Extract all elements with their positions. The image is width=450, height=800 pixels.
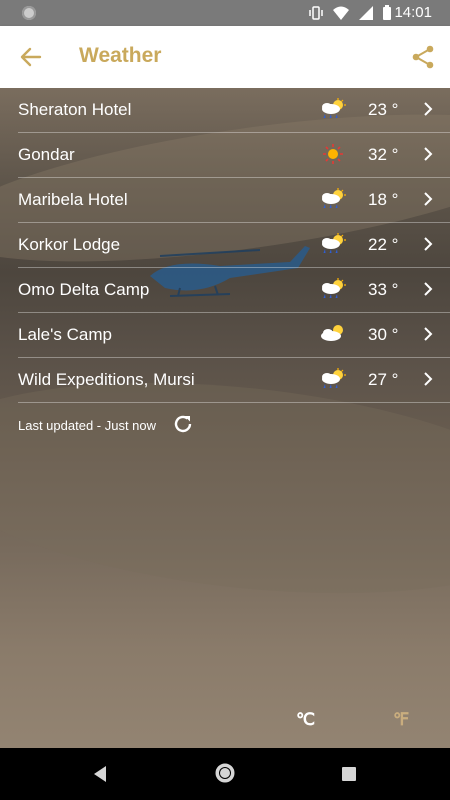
partly-cloudy-icon	[320, 323, 346, 345]
status-bar: 14:01	[0, 0, 450, 26]
location-name: Lale's Camp	[18, 325, 112, 344]
notification-icon	[22, 6, 36, 20]
location-row[interactable]: Omo Delta Camp 33 °	[0, 268, 450, 313]
navigation-bar	[0, 748, 450, 800]
location-name: Wild Expeditions, Mursi	[18, 370, 195, 389]
location-temperature: 23 °	[368, 100, 399, 119]
location-row[interactable]: Wild Expeditions, Mursi 27 °	[0, 358, 450, 403]
battery-icon	[383, 5, 391, 20]
chevron-right-icon	[423, 371, 433, 387]
location-name: Omo Delta Camp	[18, 280, 150, 299]
chevron-right-icon	[423, 326, 433, 342]
vibrate-icon	[309, 6, 323, 20]
location-row[interactable]: Maribela Hotel 18 °	[0, 178, 450, 223]
chevron-right-icon	[423, 101, 433, 117]
chevron-right-icon	[423, 281, 433, 297]
app-bar: Weather	[0, 26, 450, 88]
location-temperature: 18 °	[368, 190, 399, 209]
sun-icon	[320, 143, 346, 165]
location-name: Korkor Lodge	[18, 235, 121, 254]
share-icon[interactable]	[410, 44, 436, 70]
rain-sun-cloud-icon	[320, 188, 346, 210]
rain-sun-cloud-icon	[320, 278, 346, 300]
location-name: Maribela Hotel	[18, 190, 128, 209]
page-title: Weather	[79, 44, 162, 67]
arrow-left-icon[interactable]	[18, 44, 44, 70]
rain-sun-cloud-icon	[320, 368, 346, 390]
weather-list-area: Sheraton Hotel 23 ° Gondar 32 ° Maribela Hot…	[0, 88, 450, 748]
location-temperature: 33 °	[368, 280, 399, 299]
wifi-icon	[333, 6, 349, 20]
signal-icon	[359, 6, 373, 20]
location-name: Gondar	[18, 145, 75, 164]
nav-recent-icon[interactable]	[342, 767, 356, 781]
location-row[interactable]: Korkor Lodge 22 °	[0, 223, 450, 268]
chevron-right-icon	[423, 146, 433, 162]
location-temperature: 32 °	[368, 145, 399, 164]
location-row[interactable]: Lale's Camp 30 °	[0, 313, 450, 358]
fahrenheit-toggle[interactable]: ℉	[393, 710, 409, 730]
chevron-right-icon	[423, 236, 433, 252]
status-time: 14:01	[394, 4, 432, 21]
rain-sun-cloud-icon	[320, 233, 346, 255]
location-temperature: 22 °	[368, 235, 399, 254]
status-icons	[308, 5, 392, 21]
chevron-right-icon	[423, 191, 433, 207]
location-temperature: 30 °	[368, 325, 399, 344]
divider	[18, 402, 450, 403]
location-temperature: 27 °	[368, 370, 399, 389]
location-row[interactable]: Gondar 32 °	[0, 133, 450, 178]
last-updated-text: Last updated - Just now	[18, 418, 157, 433]
location-row[interactable]: Sheraton Hotel 23 °	[0, 88, 450, 133]
location-name: Sheraton Hotel	[18, 100, 132, 119]
refresh-icon[interactable]	[172, 413, 194, 435]
rain-sun-cloud-icon	[320, 98, 346, 120]
nav-home-icon[interactable]	[214, 762, 236, 784]
nav-back-icon[interactable]	[92, 765, 108, 783]
celsius-toggle[interactable]: ℃	[296, 710, 315, 730]
